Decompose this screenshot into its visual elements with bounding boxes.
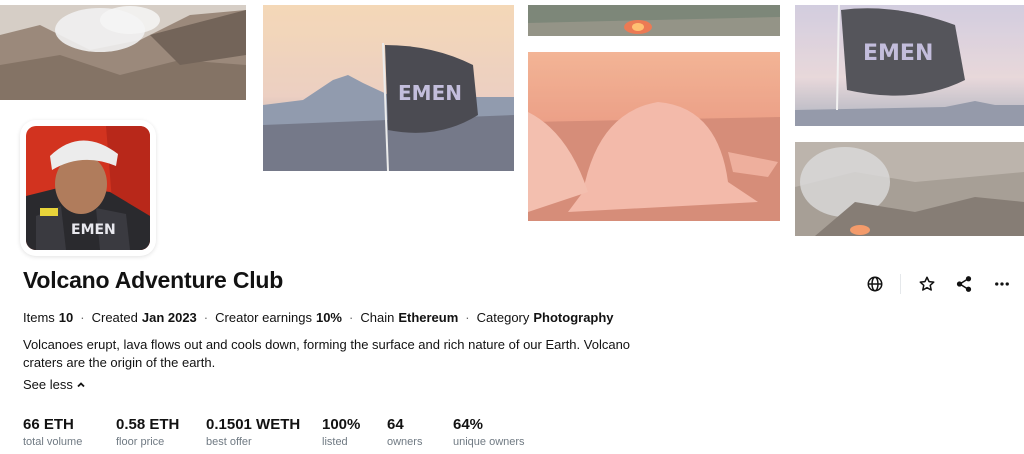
actions-divider — [900, 274, 901, 294]
website-button[interactable] — [863, 272, 887, 296]
meta-chain: Chain Ethereum — [360, 310, 459, 325]
svg-text:EMEN: EMEN — [863, 41, 933, 66]
stat-value: 0.1501 WETH — [206, 416, 301, 433]
banner-image-crater-glow — [795, 142, 1024, 236]
stat-best-offer[interactable]: 0.1501 WETH best offer — [206, 416, 322, 449]
collection-actions — [863, 272, 1014, 296]
collection-meta: Items 10 · Created Jan 2023 · Creator earn… — [23, 310, 614, 325]
collection-description: Volcanoes erupt, lava flows out and cool… — [23, 337, 631, 370]
meta-items: Items 10 — [23, 310, 74, 325]
page-title: Volcano Adventure Club — [23, 267, 284, 293]
stat-label: best offer — [206, 436, 252, 448]
collection-stats: 66 ETH total volume 0.58 ETH floor price… — [23, 416, 543, 449]
meta-creator-earnings: Creator earnings 10% — [215, 310, 342, 325]
stat-value: 66 ETH — [23, 416, 74, 433]
banner-image-flag-fuji: EMEN — [263, 5, 514, 171]
meta-separator: · — [203, 310, 209, 325]
stat-label: owners — [387, 436, 423, 448]
banner-image-tent-sunset — [528, 52, 780, 221]
share-button[interactable] — [952, 272, 976, 296]
stat-label: total volume — [23, 436, 83, 448]
stat-label: unique owners — [453, 436, 525, 448]
see-less-toggle[interactable]: See less — [23, 377, 86, 392]
stat-total-volume[interactable]: 66 ETH total volume — [23, 416, 116, 449]
svg-text:EMEN: EMEN — [71, 222, 116, 238]
banner-image-crater — [0, 5, 246, 100]
collection-avatar: EMEN — [20, 120, 156, 256]
banner-image-lava-strip — [528, 5, 780, 36]
banner-image-flag-sky: EMEN — [795, 5, 1024, 126]
stat-label: listed — [322, 436, 348, 448]
stat-value: 64% — [453, 416, 484, 433]
favorite-button[interactable] — [915, 272, 939, 296]
stat-owners[interactable]: 64 owners — [387, 416, 453, 449]
stat-listed[interactable]: 100% listed — [322, 416, 387, 449]
stat-label: floor price — [116, 436, 165, 448]
stat-value: 100% — [322, 416, 361, 433]
share-icon — [956, 276, 972, 292]
meta-separator: · — [349, 310, 354, 325]
more-horizontal-icon — [995, 282, 1009, 286]
meta-separator: · — [465, 310, 470, 325]
see-less-label: See less — [23, 377, 73, 392]
stat-unique-owners[interactable]: 64% unique owners — [453, 416, 543, 449]
svg-text:EMEN: EMEN — [398, 81, 462, 105]
stat-value: 64 — [387, 416, 404, 433]
stat-floor-price[interactable]: 0.58 ETH floor price — [116, 416, 206, 449]
stat-value: 0.58 ETH — [116, 416, 180, 433]
meta-separator: · — [80, 310, 85, 325]
star-icon — [919, 276, 935, 291]
meta-created: Created Jan 2023 — [91, 310, 197, 325]
globe-icon — [867, 276, 883, 292]
avatar: EMEN — [26, 126, 150, 250]
meta-category: Category Photography — [476, 310, 614, 325]
more-button[interactable] — [990, 272, 1014, 296]
chevron-up-icon — [77, 381, 85, 387]
